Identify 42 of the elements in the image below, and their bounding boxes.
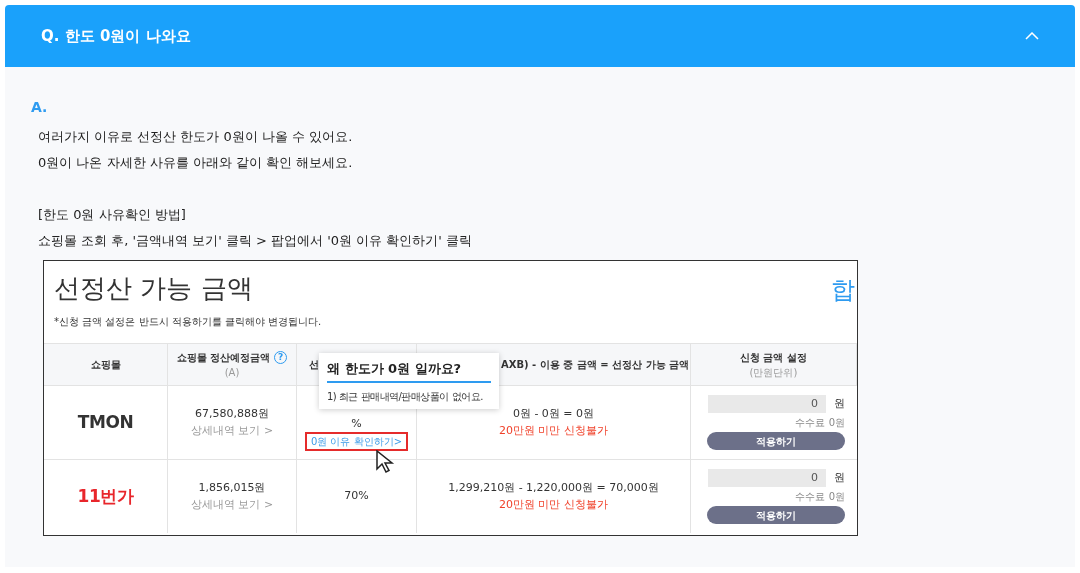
column-subheader: (만원단위) — [749, 365, 798, 380]
unit-text: 원 — [834, 469, 845, 486]
mall-logo: TMON — [77, 410, 134, 434]
fee-text: 수수료 0원 — [795, 416, 845, 430]
answer-text: 쇼핑몰 조회 후, '금액내역 보기' 클릭 > 팝업에서 '0원 이유 확인하기' 클릭 — [38, 232, 474, 250]
detail-link[interactable]: 상세내역 보기 > — [190, 422, 274, 439]
settlement-amount: 67,580,888원 — [195, 406, 269, 422]
popup-text: 1) 최근 판매내역/판매상품이 없어요. — [327, 389, 483, 404]
formula-text: 0원 - 0원 = 0원 — [512, 406, 595, 422]
column-header: 신청 금액 설정 — [740, 350, 807, 365]
screenshot-title: 선정산 가능 금액 — [54, 272, 253, 305]
answer-text: 0원이 나온 자세한 사유를 아래와 같이 확인 해보세요. — [38, 154, 354, 172]
rate-text: 70% — [344, 488, 369, 505]
amount-input[interactable]: 0 — [708, 469, 826, 487]
detail-link[interactable]: 상세내역 보기 > — [190, 496, 274, 513]
amount-input[interactable]: 0 — [708, 395, 826, 413]
answer-label: A. — [31, 98, 49, 117]
reason-link[interactable]: 0원 이유 확인하기> — [304, 432, 409, 452]
answer-text: 여러가지 이유로 선정산 한도가 0원이 나올 수 있어요. — [38, 128, 354, 146]
cut-text: 합 — [831, 275, 855, 306]
faq-header[interactable]: Q. 한도 0원이 나와요 — [5, 5, 1075, 67]
warning-text: 20만원 미만 신청불가 — [499, 496, 608, 513]
chevron-up-icon — [1025, 32, 1039, 40]
question-text: Q. 한도 0원이 나와요 — [41, 25, 191, 47]
formula-text: 1,299,210원 - 1,220,000원 = 70,000원 — [448, 480, 659, 496]
warning-text: 20만원 미만 신청불가 — [499, 422, 608, 439]
unit-text: 원 — [834, 395, 845, 412]
note-text: *신청 금액 설정은 반드시 적용하기를 클릭해야 변경됩니다. — [53, 315, 323, 329]
mall-logo: 11번가 — [77, 484, 134, 508]
fee-text: 수수료 0원 — [795, 490, 845, 504]
apply-button[interactable]: 적용하기 — [707, 432, 845, 450]
column-header: 쇼핑몰 정산예정금액 — [176, 350, 271, 365]
column-header: 선 — [309, 358, 319, 372]
column-subheader: (A) — [224, 365, 240, 380]
popup-title: 왜 한도가 0원 일까요? — [327, 359, 491, 383]
settlement-amount: 1,856,015원 — [198, 480, 266, 496]
cursor-icon — [374, 450, 395, 475]
rate-text: % — [351, 415, 362, 432]
apply-button[interactable]: 적용하기 — [707, 506, 845, 524]
column-header: AXB) - 이용 중 금액 = 선정산 가능 금액 — [501, 358, 690, 372]
answer-text: [한도 0원 사유확인 방법] — [38, 206, 187, 224]
column-header: 쇼핑몰 — [90, 358, 121, 372]
